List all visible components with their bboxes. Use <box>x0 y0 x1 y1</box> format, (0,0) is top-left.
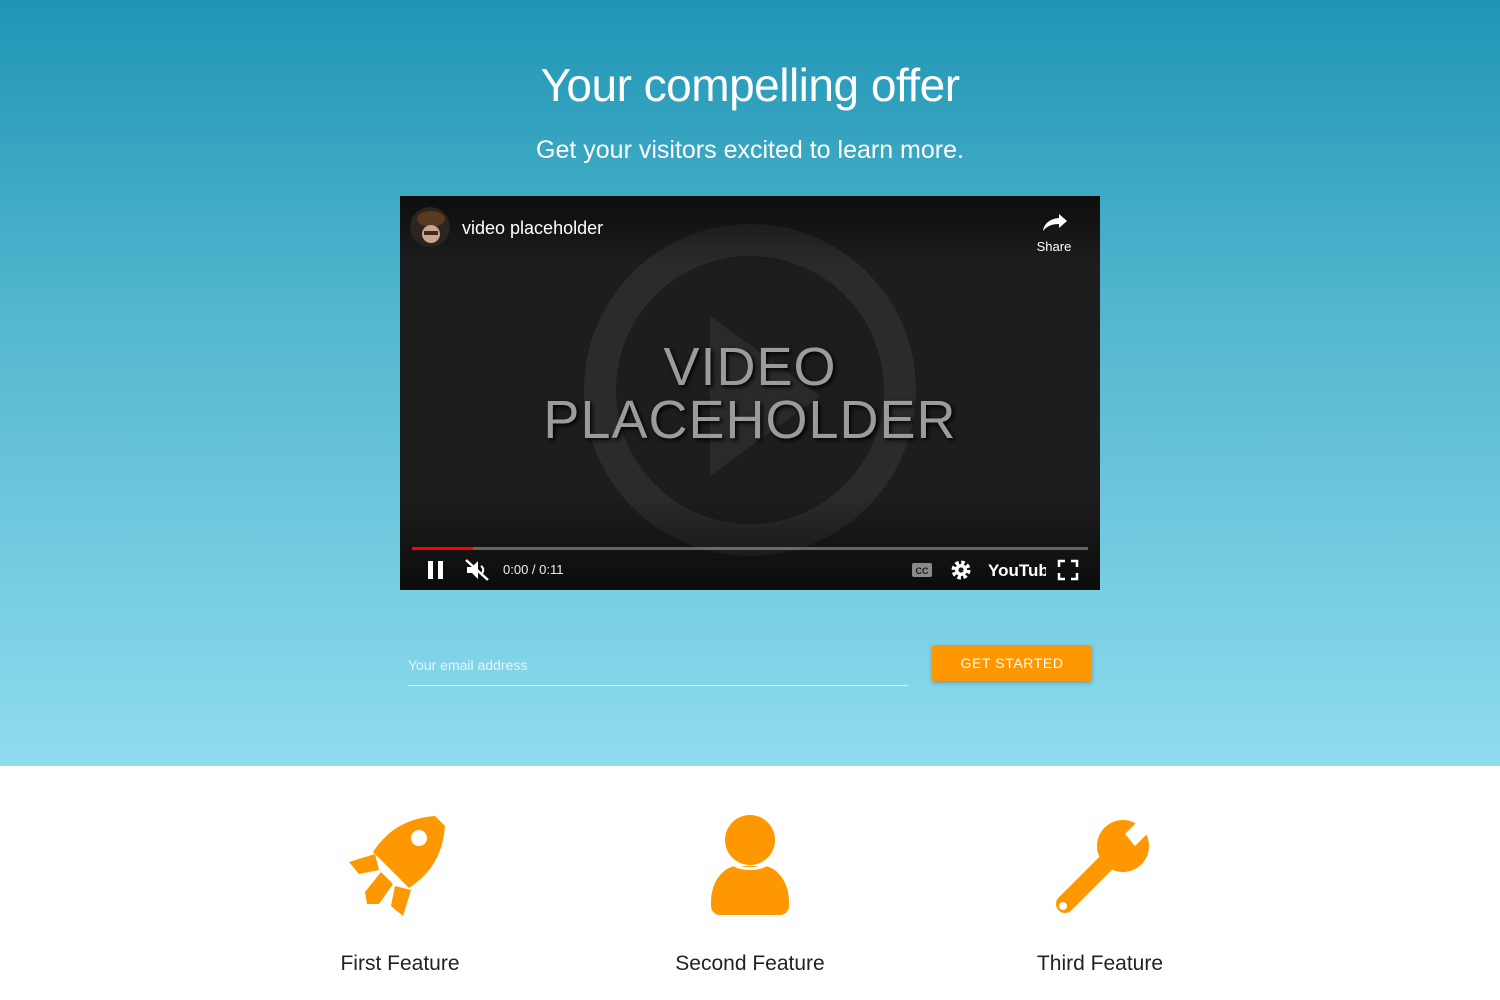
video-time: 0:00 / 0:11 <box>503 562 564 577</box>
share-icon <box>1043 214 1067 231</box>
video-progress-bar[interactable] <box>412 547 1088 550</box>
hero-subtitle: Get your visitors excited to learn more. <box>536 136 964 164</box>
feature-title: First Feature <box>340 952 460 975</box>
muted-volume-icon[interactable] <box>464 558 490 582</box>
captions-icon[interactable]: CC <box>910 560 934 580</box>
settings-gear-icon[interactable] <box>949 558 973 582</box>
feature-third: Third Feature <box>950 812 1250 975</box>
share-button[interactable]: Share <box>1028 206 1080 258</box>
hero-section: Your compelling offer Get your visitors … <box>0 0 1500 766</box>
wrench-icon <box>1056 814 1155 913</box>
feature-title: Third Feature <box>1036 952 1164 975</box>
svg-text:CC: CC <box>916 566 929 576</box>
person-icon <box>711 815 789 915</box>
email-field[interactable] <box>408 645 908 686</box>
channel-avatar[interactable] <box>410 207 450 247</box>
youtube-logo-text: YouTube <box>988 561 1046 580</box>
feature-title: Second Feature <box>675 952 825 975</box>
fullscreen-icon[interactable] <box>1056 558 1080 582</box>
feature-second: Second Feature <box>600 812 900 975</box>
get-started-button[interactable]: GET STARTED <box>932 645 1092 681</box>
video-player[interactable]: video placeholder Share VIDEO PLACEHOLDE… <box>400 196 1100 590</box>
feature-first: First Feature <box>250 812 550 975</box>
rocket-icon <box>349 816 445 916</box>
video-progress-fill <box>412 547 473 550</box>
video-title[interactable]: video placeholder <box>462 218 603 239</box>
share-label: Share <box>1036 239 1072 254</box>
hero-title: Your compelling offer <box>540 59 960 111</box>
video-placeholder-line2: PLACEHOLDER <box>543 390 957 450</box>
youtube-logo[interactable]: YouTube <box>986 558 1046 582</box>
pause-icon[interactable] <box>424 558 448 582</box>
